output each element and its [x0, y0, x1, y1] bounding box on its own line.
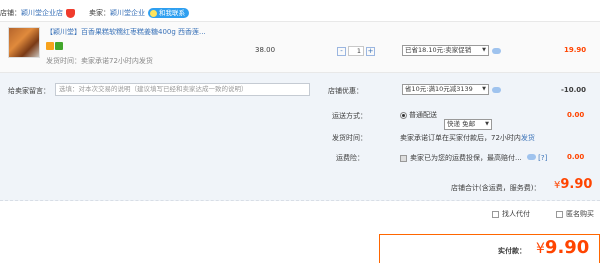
insurance-checkbox[interactable] — [400, 154, 407, 162]
tag-icon — [46, 42, 54, 50]
shop-label: 店铺： — [0, 9, 21, 17]
insurance-label: 运费险： — [336, 154, 364, 162]
shipping-select[interactable]: 快递 免邮 — [444, 119, 492, 130]
ship-time-label: 发货时间： — [332, 134, 367, 142]
wangwang-icon — [150, 9, 157, 17]
unit-price: 38.00 — [255, 46, 276, 54]
seller-name-link[interactable]: 颖川堂企业 — [110, 8, 145, 18]
qty-decrease-button[interactable]: - — [337, 46, 346, 56]
shipping-radio[interactable]: 普通配送 — [400, 110, 437, 120]
product-delivery-time: 发货时间：卖家承诺72小时内发货 — [46, 57, 153, 65]
shop-total-value: ¥9.90 — [554, 177, 593, 192]
insurance-info: 卖家已为您的运费投保，最高赔付... [?] — [400, 153, 547, 163]
radio-icon — [400, 111, 407, 119]
qty-increase-button[interactable]: + — [366, 46, 375, 56]
actual-payment-box: 实付款： ¥9.90 — [379, 234, 600, 263]
anonymous-checkbox[interactable] — [556, 210, 563, 218]
shop-shield-icon — [66, 8, 75, 18]
anonymous-option[interactable]: 匿名购买 — [556, 209, 594, 219]
shop-discount-amount: -10.00 — [561, 86, 587, 94]
qty-input[interactable]: 1 — [348, 46, 364, 56]
insurance-help-link[interactable]: [?] — [538, 154, 547, 162]
seven-day-return-icon — [55, 42, 63, 50]
chat-icon[interactable] — [526, 154, 536, 160]
shipping-label: 运送方式： — [332, 112, 367, 120]
message-input[interactable]: 选填：对本次交易的说明（建议填写已经和卖家达成一致的说明） — [55, 83, 310, 96]
product-tags — [46, 42, 64, 50]
contact-seller-button[interactable]: 和我联系 — [148, 8, 189, 18]
item-subtotal: 19.90 — [564, 46, 587, 54]
chat-icon[interactable] — [492, 48, 501, 54]
proxy-pay-checkbox[interactable] — [492, 210, 499, 218]
message-label: 给卖家留言： — [8, 87, 50, 95]
shipping-amount: 0.00 — [567, 111, 585, 119]
shop-name-link[interactable]: 颖川堂企业店 — [21, 8, 63, 18]
shop-total-label: 店铺合计(含运费，服务费)： — [451, 184, 541, 192]
actual-payment-label: 实付款： — [498, 247, 526, 255]
order-options-panel: 给卖家留言： 选填：对本次交易的说明（建议填写已经和卖家达成一致的说明） 店铺优… — [0, 73, 600, 201]
seller-label: 卖家： — [89, 9, 110, 17]
quantity-stepper: - 1 + — [337, 46, 375, 56]
shop-discount-select[interactable]: 省10元:满10元减3139 — [402, 84, 489, 95]
proxy-pay-option[interactable]: 找人代付 — [492, 209, 530, 219]
shop-info-line: 店铺： 颖川堂企业店 卖家： 颖川堂企业 和我联系 — [0, 7, 189, 19]
ship-time-link[interactable]: 发货 — [521, 134, 535, 142]
chat-icon[interactable] — [492, 87, 501, 93]
shop-discount-label: 店铺优惠： — [328, 87, 363, 95]
insurance-amount: 0.00 — [567, 153, 585, 161]
ship-time-text: 卖家承诺订单在买家付款后，72小时内发货 — [400, 134, 535, 142]
actual-payment-value: ¥9.90 — [536, 237, 590, 258]
product-thumbnail[interactable] — [8, 27, 40, 58]
product-row: 【颖川堂】百香果糕软糯红枣糕姜糖400g 西香莲... 发货时间：卖家承诺72小… — [0, 21, 600, 73]
product-title-link[interactable]: 【颖川堂】百香果糕软糯红枣糕姜糖400g 西香莲... — [46, 27, 206, 37]
item-discount-select[interactable]: 已省18.10元:卖家促销 — [402, 45, 489, 56]
